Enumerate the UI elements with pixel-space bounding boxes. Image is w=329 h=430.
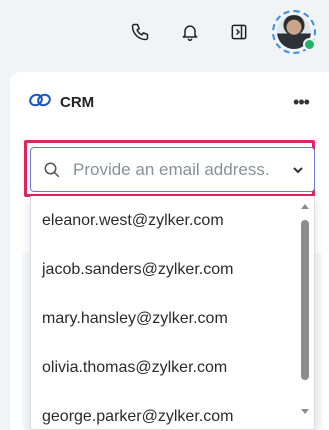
list-item[interactable]: george.parker@zylker.com <box>31 392 314 429</box>
list-item[interactable]: jacob.sanders@zylker.com <box>31 245 314 294</box>
phone-icon[interactable] <box>128 20 152 44</box>
search-icon <box>43 161 61 184</box>
scroll-down-icon[interactable] <box>300 406 310 416</box>
panel-title: CRM <box>60 93 95 111</box>
email-search-input[interactable] <box>73 158 283 182</box>
email-dropdown-list: eleanor.west@zylker.com jacob.sanders@zy… <box>30 196 315 430</box>
more-options-button[interactable]: ••• <box>289 90 313 114</box>
panel-header: CRM <box>28 92 94 112</box>
list-item[interactable]: eleanor.west@zylker.com <box>31 196 314 245</box>
list-item[interactable]: olivia.thomas@zylker.com <box>31 343 314 392</box>
crm-link-icon <box>28 92 52 113</box>
online-status-dot <box>303 38 316 51</box>
list-item[interactable]: mary.hansley@zylker.com <box>31 294 314 343</box>
scrollbar[interactable] <box>300 200 310 424</box>
email-select[interactable] <box>30 147 315 192</box>
chevron-down-icon[interactable] <box>292 163 304 181</box>
sidebar-toggle-icon[interactable] <box>227 20 251 44</box>
top-bar <box>0 0 329 62</box>
bell-icon[interactable] <box>178 20 202 44</box>
scrollbar-thumb[interactable] <box>301 220 309 380</box>
scroll-up-icon[interactable] <box>300 202 310 212</box>
